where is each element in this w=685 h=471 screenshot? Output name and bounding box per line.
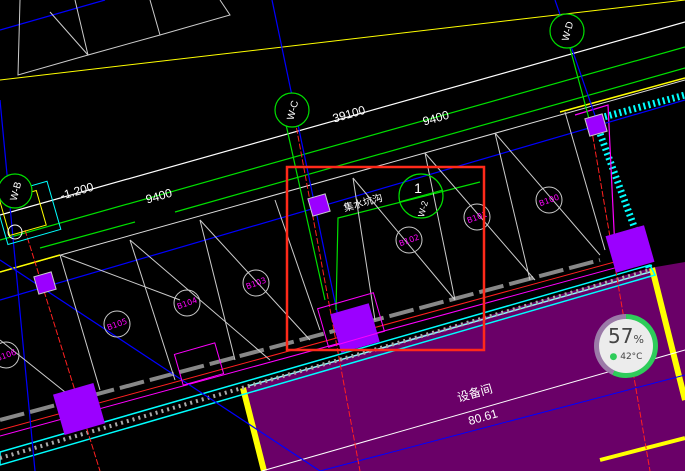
bay-label-b101[interactable]: B101 bbox=[463, 203, 491, 231]
dimension-total: 39100 bbox=[331, 103, 367, 126]
column[interactable] bbox=[53, 383, 105, 435]
column[interactable] bbox=[33, 271, 57, 295]
performance-gauge[interactable]: 57% ● 42°C bbox=[594, 314, 658, 378]
bay-label-text: B103 bbox=[245, 276, 268, 292]
temperature: 42°C bbox=[620, 352, 643, 362]
bay-label-b100[interactable]: B100 bbox=[535, 186, 563, 214]
axis-bubble[interactable]: W-B bbox=[0, 173, 33, 209]
axis-bubble[interactable]: W-C bbox=[274, 92, 310, 128]
gauge-value: 57% bbox=[608, 324, 644, 348]
bay-label-b105[interactable]: B105 bbox=[103, 310, 131, 338]
dimension-bay: 9400 bbox=[144, 186, 174, 207]
bay-label-text: B105 bbox=[106, 317, 129, 333]
column[interactable] bbox=[307, 193, 331, 217]
elevation-label: -1.200 bbox=[59, 180, 96, 203]
section-mark[interactable]: 1 W-2 bbox=[398, 173, 444, 219]
cad-viewport[interactable]: W-B W-C W-D 1 W-2 39100 9400 9400 -1.200… bbox=[0, 0, 685, 471]
bay-label-b104[interactable]: B104 bbox=[173, 289, 201, 317]
selection-rectangle[interactable] bbox=[285, 165, 486, 352]
bay-label-text: B104 bbox=[176, 296, 199, 312]
svg-text:W-2: W-2 bbox=[416, 200, 430, 218]
bay-label-text: B100 bbox=[538, 193, 561, 209]
bay-label-b106[interactable]: B106 bbox=[0, 341, 20, 369]
cad-drawing[interactable]: W-B W-C W-D 1 W-2 39100 9400 9400 -1.200… bbox=[0, 0, 685, 471]
axis-bubble[interactable]: W-D bbox=[549, 13, 585, 49]
dimension-bay: 9400 bbox=[421, 108, 451, 129]
bay-label-b102[interactable]: B102 bbox=[395, 226, 423, 254]
bay-label-text: B106 bbox=[0, 348, 17, 364]
svg-text:1: 1 bbox=[414, 180, 422, 196]
thermometer-icon: ● bbox=[609, 352, 618, 362]
bay-label-b103[interactable]: B103 bbox=[242, 269, 270, 297]
